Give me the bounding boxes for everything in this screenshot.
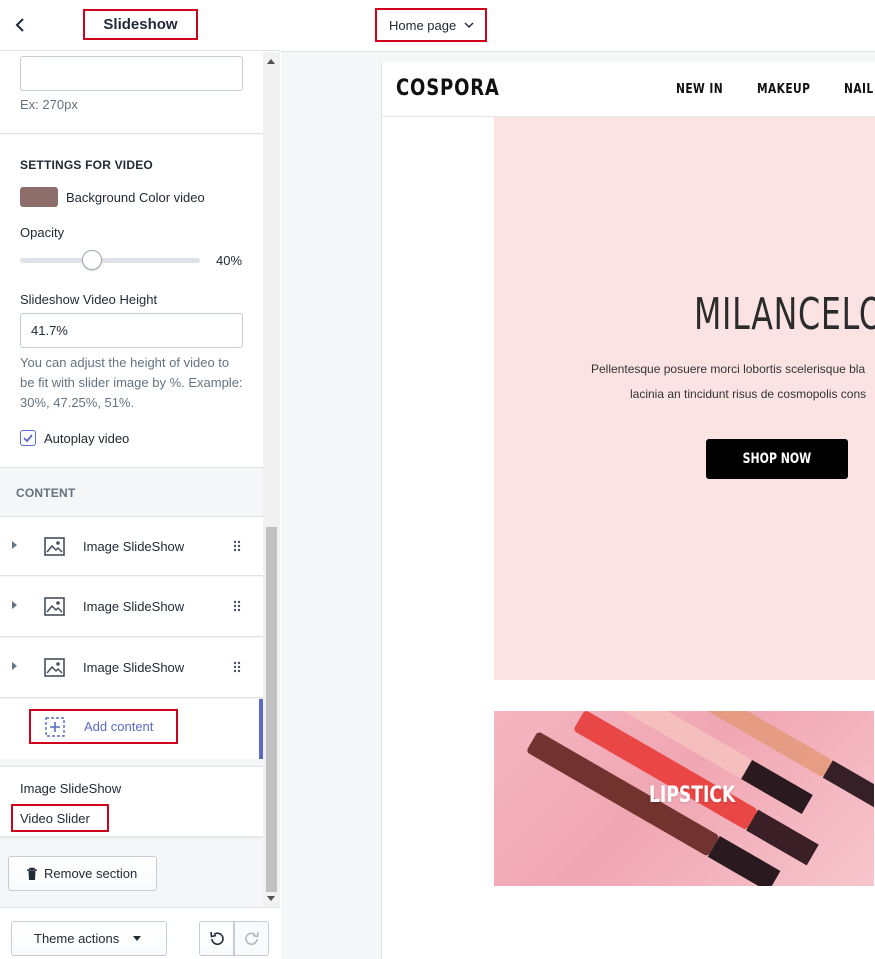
image-icon xyxy=(44,597,65,616)
video-height-input[interactable]: 41.7% xyxy=(20,313,243,348)
settings-scroll-area[interactable]: Ex: 270px SETTINGS FOR VIDEO Background … xyxy=(0,52,263,907)
height-input-help: Ex: 270px xyxy=(20,97,78,112)
nav-item-nail[interactable]: NAIL xyxy=(844,82,874,97)
video-settings-card: SETTINGS FOR VIDEO Background Color vide… xyxy=(0,135,263,468)
video-settings-heading: SETTINGS FOR VIDEO xyxy=(20,158,153,172)
add-content-row[interactable]: Add content xyxy=(0,699,263,759)
add-content-label: Add content xyxy=(84,719,154,734)
content-heading: CONTENT xyxy=(16,486,76,500)
banner-label: LIPSTICK xyxy=(649,783,736,808)
store-logo[interactable]: COSPORA xyxy=(396,76,500,101)
drag-handle-icon[interactable] xyxy=(233,661,241,673)
image-icon xyxy=(44,537,65,556)
sidebar-header: Slideshow xyxy=(0,0,280,51)
theme-editor-sidebar: Slideshow Ex: 270px SETTINGS FOR VIDEO B… xyxy=(0,0,280,959)
redo-icon xyxy=(244,931,259,945)
height-setting-card: Ex: 270px xyxy=(0,52,263,134)
opacity-slider-track[interactable] xyxy=(20,258,200,263)
block-label: Image SlideShow xyxy=(83,599,185,614)
theme-actions-label: Theme actions xyxy=(34,931,120,946)
nav-item-new-in[interactable]: NEW IN xyxy=(676,82,723,97)
scroll-up-arrow-icon[interactable] xyxy=(267,59,275,64)
drag-handle-icon[interactable] xyxy=(233,540,241,552)
store-header: COSPORA NEW IN MAKEUP NAIL xyxy=(382,62,875,117)
storefront-preview[interactable]: COSPORA NEW IN MAKEUP NAIL MILANCELOS Pe… xyxy=(381,62,875,959)
opacity-value: 40% xyxy=(216,253,243,268)
content-block-row[interactable]: Image SlideShow xyxy=(0,577,263,637)
image-icon xyxy=(44,658,65,677)
block-type-menu: Image SlideShow Video Slider xyxy=(0,766,263,836)
content-block-row[interactable]: Image SlideShow xyxy=(0,638,263,698)
block-label: Image SlideShow xyxy=(83,539,185,554)
trash-icon xyxy=(27,867,37,880)
expand-caret-icon[interactable] xyxy=(12,601,17,609)
scrollbar-thumb[interactable] xyxy=(266,527,277,892)
autoplay-label: Autoplay video xyxy=(44,431,130,446)
hero-title: MILANCELOS xyxy=(694,289,875,340)
preview-topbar: Home page xyxy=(281,0,875,52)
lipstick-banner[interactable]: LIPSTICK xyxy=(494,711,874,886)
hero-text-line-1: Pellentesque posuere morci lobortis scel… xyxy=(591,362,866,376)
bg-color-swatch[interactable] xyxy=(20,187,58,207)
hero-text-line-2: lacinia an tincidunt risus de cosmopolis… xyxy=(630,387,867,401)
add-content-button[interactable]: Add content xyxy=(29,709,178,744)
back-button[interactable] xyxy=(8,12,32,38)
hero-slide: MILANCELOS Pellentesque posuere morci lo… xyxy=(494,117,875,680)
redo-button[interactable] xyxy=(234,921,269,956)
remove-section-button[interactable]: Remove section xyxy=(8,856,157,891)
expand-caret-icon[interactable] xyxy=(12,541,17,549)
video-height-label: Slideshow Video Height xyxy=(20,292,158,307)
content-block-row[interactable]: Image SlideShow xyxy=(0,516,263,576)
caret-down-icon xyxy=(133,936,142,941)
menu-item-video-slider[interactable]: Video Slider xyxy=(11,804,109,832)
drag-handle-icon[interactable] xyxy=(233,600,241,612)
add-block-icon xyxy=(45,716,65,737)
video-height-help: You can adjust the height of video to be… xyxy=(20,355,243,410)
shop-now-button[interactable]: SHOP NOW xyxy=(706,439,848,479)
undo-button[interactable] xyxy=(199,921,234,956)
autoplay-checkbox[interactable] xyxy=(20,430,36,446)
undo-icon xyxy=(209,931,224,945)
remove-section-label: Remove section xyxy=(44,866,138,881)
nav-item-makeup[interactable]: MAKEUP xyxy=(757,82,810,97)
scroll-down-arrow-icon[interactable] xyxy=(267,896,275,901)
opacity-slider-handle[interactable] xyxy=(82,250,102,270)
page-select-label: Home page xyxy=(389,17,457,33)
section-title: Slideshow xyxy=(83,9,198,40)
chevron-left-icon xyxy=(15,18,24,32)
bg-color-label: Background Color video xyxy=(66,190,205,205)
chevron-down-icon xyxy=(464,22,474,28)
shop-now-label: SHOP NOW xyxy=(742,451,812,467)
sidebar-footer: Theme actions xyxy=(0,907,280,959)
menu-item-image-slideshow[interactable]: Image SlideShow xyxy=(20,781,121,796)
height-input[interactable] xyxy=(20,56,243,91)
page-select-dropdown[interactable]: Home page xyxy=(375,8,487,42)
sidebar-scrollbar[interactable] xyxy=(263,52,280,907)
theme-actions-button[interactable]: Theme actions xyxy=(11,921,167,956)
opacity-label: Opacity xyxy=(20,225,65,240)
checkmark-icon xyxy=(23,434,33,443)
block-label: Image SlideShow xyxy=(83,660,185,675)
expand-caret-icon[interactable] xyxy=(12,662,17,670)
